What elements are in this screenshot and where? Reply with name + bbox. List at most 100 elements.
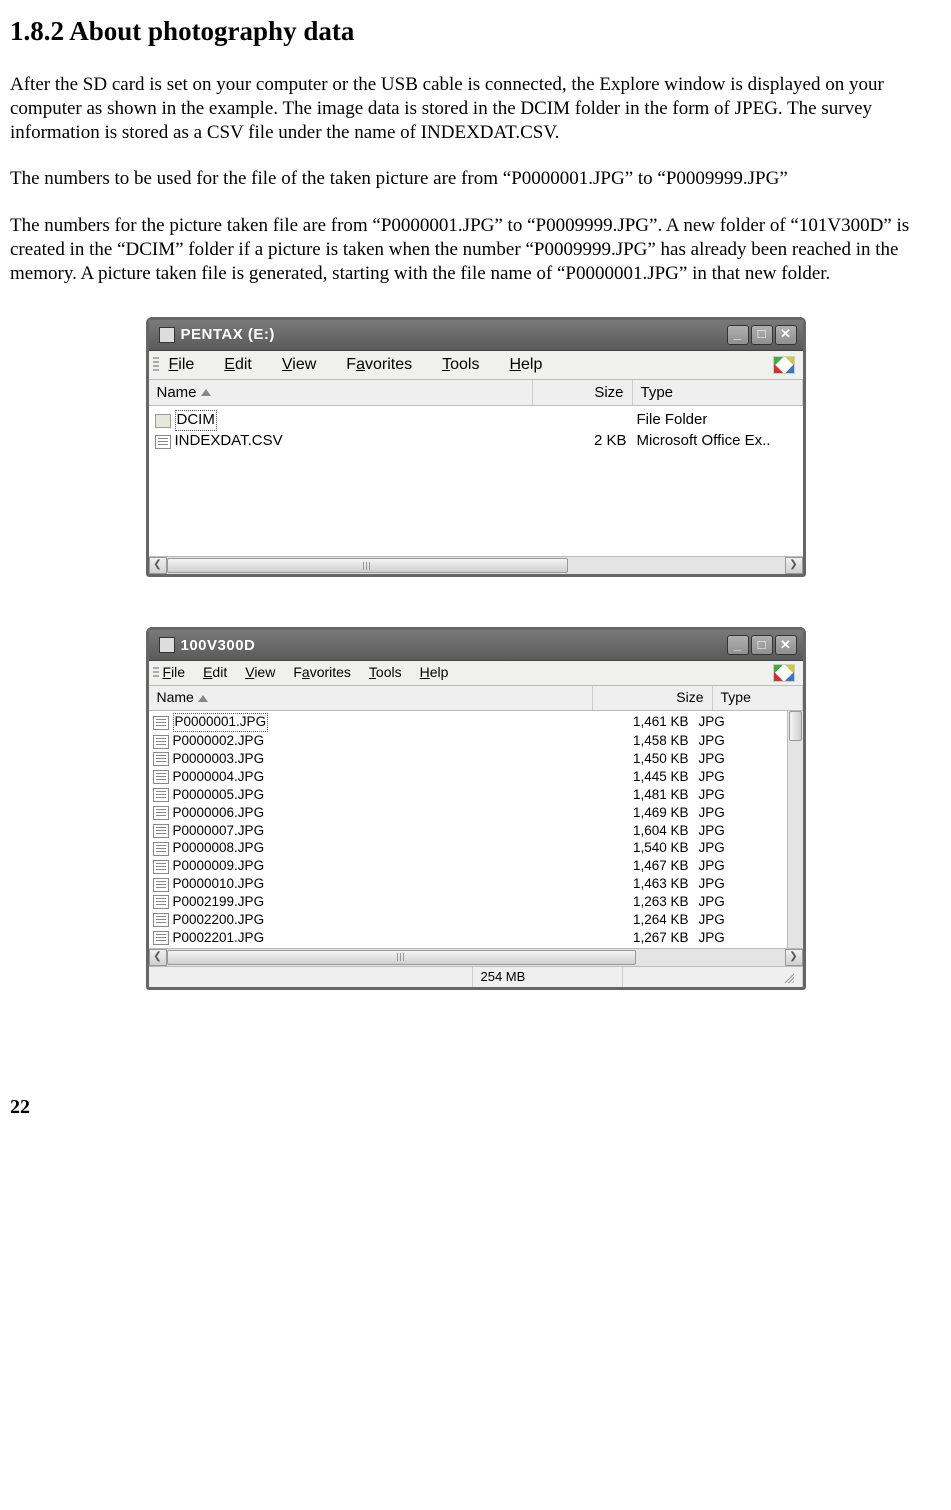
vertical-scrollbar[interactable]	[787, 711, 803, 947]
menubar: File Edit View Favorites Tools Help	[149, 661, 803, 686]
menu-view[interactable]: View	[245, 664, 275, 682]
scroll-left-button[interactable]: ❮	[149, 557, 167, 574]
file-row[interactable]: P0000006.JPG 1,469 KBJPG	[153, 805, 785, 823]
file-name: P0000007.JPG	[173, 823, 265, 840]
file-name: P0000001.JPG	[173, 713, 269, 732]
windows-logo-icon[interactable]	[773, 664, 795, 682]
scroll-thumb[interactable]	[789, 711, 802, 741]
scroll-track[interactable]	[167, 557, 785, 574]
file-row[interactable]: P0000008.JPG1,540 KBJPG	[153, 840, 785, 858]
menu-tools[interactable]: Tools	[369, 664, 402, 682]
file-row[interactable]: P0000004.JPG1,445 KBJPG	[153, 769, 785, 787]
file-type: JPG	[689, 912, 779, 929]
file-type: JPG	[689, 714, 779, 731]
file-name: P0000005.JPG	[173, 787, 265, 804]
sort-asc-icon	[201, 389, 211, 396]
file-list: P0000001.JPG1,461 KBJPGP0000002.JPG1,458…	[149, 711, 803, 947]
menu-edit[interactable]: Edit	[224, 355, 252, 375]
col-type[interactable]: Type	[713, 686, 803, 710]
menu-help[interactable]: Help	[420, 664, 449, 682]
file-row[interactable]: P0000009.JPG1,467 KBJPG	[153, 858, 785, 876]
window-title: PENTAX (E:)	[181, 325, 275, 344]
jpg-file-icon	[153, 860, 169, 874]
menu-view[interactable]: View	[282, 355, 316, 375]
file-size: 1,469 KB	[569, 805, 689, 822]
file-type: Microsoft Office Ex..	[627, 432, 797, 451]
file-row[interactable]: P0002200.JPG 1,264 KBJPG	[153, 912, 785, 930]
file-type: JPG	[689, 733, 779, 750]
maximize-button[interactable]: □	[751, 325, 773, 345]
titlebar[interactable]: PENTAX (E:) _ □ ✕	[149, 320, 803, 351]
jpg-file-icon	[153, 931, 169, 945]
paragraph-2: The numbers to be used for the file of t…	[10, 167, 941, 191]
scroll-left-button[interactable]: ❮	[149, 949, 167, 966]
file-row[interactable]: P0000003.JPG1,450 KBJPG	[153, 751, 785, 769]
jpg-file-icon	[153, 824, 169, 838]
explorer-window-pentax: PENTAX (E:) _ □ ✕ File Edit View Favorit…	[146, 317, 806, 578]
file-name: P0000006.JPG	[173, 805, 265, 822]
col-type[interactable]: Type	[633, 380, 803, 405]
scroll-thumb[interactable]	[167, 950, 637, 965]
page-number: 22	[10, 1095, 941, 1121]
file-row[interactable]: P0000007.JPG 1,604 KBJPG	[153, 823, 785, 841]
menu-file[interactable]: File	[163, 664, 186, 682]
titlebar[interactable]: 100V300D _ □ ✕	[149, 630, 803, 661]
menu-help[interactable]: Help	[509, 355, 542, 375]
close-button[interactable]: ✕	[775, 635, 797, 655]
toolbar-grip-icon	[153, 667, 159, 679]
maximize-button[interactable]: □	[751, 635, 773, 655]
file-row[interactable]: INDEXDAT.CSV2 KBMicrosoft Office Ex..	[155, 432, 803, 452]
minimize-button[interactable]: _	[727, 635, 749, 655]
file-row[interactable]: DCIM File Folder	[155, 410, 803, 432]
file-row[interactable]: P0000010.JPG1,463 KBJPG	[153, 876, 785, 894]
file-row[interactable]: P0000002.JPG1,458 KBJPG	[153, 733, 785, 751]
col-name[interactable]: Name	[149, 380, 533, 405]
scroll-thumb[interactable]	[167, 558, 569, 573]
file-size: 1,604 KB	[569, 823, 689, 840]
file-size: 1,481 KB	[569, 787, 689, 804]
col-size[interactable]: Size	[593, 686, 713, 710]
jpg-file-icon	[153, 735, 169, 749]
file-name: DCIM	[175, 410, 217, 431]
minimize-button[interactable]: _	[727, 325, 749, 345]
statusbar: 254 MB	[149, 966, 803, 988]
scroll-right-button[interactable]: ❯	[785, 949, 803, 966]
file-size: 1,467 KB	[569, 858, 689, 875]
windows-logo-icon[interactable]	[773, 356, 795, 374]
paragraph-1: After the SD card is set on your compute…	[10, 73, 941, 146]
file-name: P0002201.JPG	[173, 930, 265, 947]
horizontal-scrollbar[interactable]: ❮ ❯	[149, 948, 803, 966]
file-size: 1,461 KB	[569, 714, 689, 731]
menu-edit[interactable]: Edit	[203, 664, 227, 682]
jpg-file-icon	[153, 770, 169, 784]
csv-file-icon	[155, 435, 171, 449]
file-type: JPG	[689, 805, 779, 822]
file-row[interactable]: P0000001.JPG 1,461 KBJPG	[153, 713, 785, 733]
menu-tools[interactable]: Tools	[442, 355, 479, 375]
file-size: 1,540 KB	[569, 840, 689, 857]
file-type: File Folder	[627, 411, 797, 430]
scroll-right-button[interactable]: ❯	[785, 557, 803, 574]
file-name: P0002200.JPG	[173, 912, 265, 929]
menu-file[interactable]: File	[169, 355, 195, 375]
resize-grip-icon[interactable]	[782, 971, 794, 983]
file-type: JPG	[689, 823, 779, 840]
scroll-track[interactable]	[167, 949, 785, 966]
file-type: JPG	[689, 751, 779, 768]
file-row[interactable]: P0002201.JPG 1,267 KBJPG	[153, 930, 785, 948]
close-button[interactable]: ✕	[775, 325, 797, 345]
col-name[interactable]: Name	[149, 686, 593, 710]
folder-icon	[159, 637, 175, 653]
jpg-file-icon	[153, 716, 169, 730]
file-size: 1,267 KB	[569, 930, 689, 947]
menu-favorites[interactable]: Favorites	[346, 355, 412, 375]
horizontal-scrollbar[interactable]: ❮ ❯	[149, 556, 803, 574]
file-size: 1,264 KB	[569, 912, 689, 929]
menu-favorites[interactable]: Favorites	[293, 664, 351, 682]
file-row[interactable]: P0000005.JPG1,481 KBJPG	[153, 787, 785, 805]
file-row[interactable]: P0002199.JPG1,263 KBJPG	[153, 894, 785, 912]
col-size[interactable]: Size	[533, 380, 633, 405]
file-name: P0000010.JPG	[173, 876, 265, 893]
jpg-file-icon	[153, 788, 169, 802]
file-type: JPG	[689, 930, 779, 947]
